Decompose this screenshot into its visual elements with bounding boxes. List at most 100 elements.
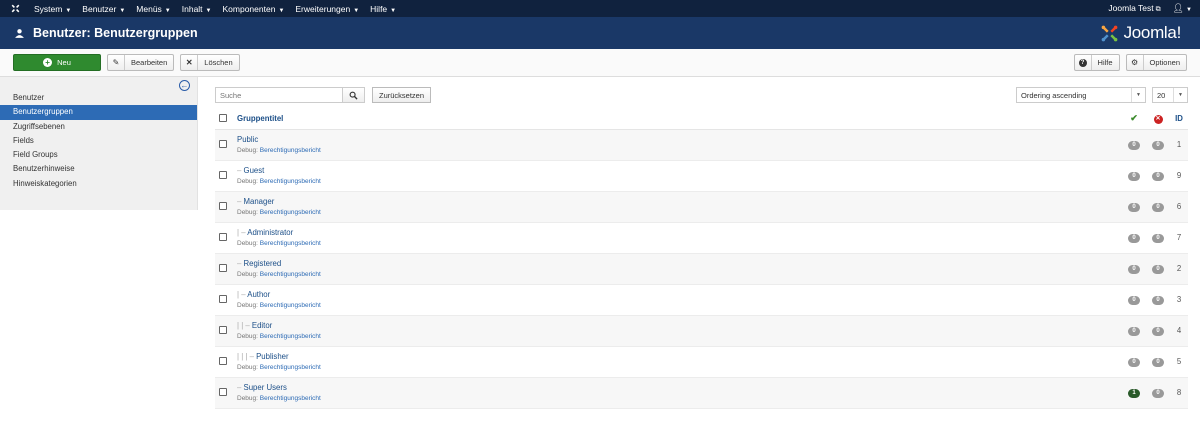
- debug-report-link[interactable]: Berechtigungsbericht: [260, 240, 321, 247]
- blocked-count-badge[interactable]: 0: [1152, 234, 1164, 243]
- active-count-badge[interactable]: 0: [1128, 265, 1140, 274]
- nav-item[interactable]: Menüs ▼: [136, 4, 170, 14]
- row-checkbox[interactable]: [219, 356, 227, 365]
- debug-report-link[interactable]: Berechtigungsbericht: [260, 209, 321, 216]
- row-checkbox[interactable]: [219, 170, 227, 179]
- edit-button-label: Bearbeiten: [131, 58, 168, 67]
- active-count-badge[interactable]: 0: [1128, 172, 1140, 181]
- debug-label: Debug:: [237, 240, 258, 247]
- row-checkbox[interactable]: [219, 201, 227, 210]
- sidebar-item[interactable]: Field Groups: [0, 148, 197, 162]
- group-title-link[interactable]: Manager: [244, 197, 275, 206]
- collapse-sidebar-icon[interactable]: ←: [179, 80, 190, 91]
- active-count-badge[interactable]: 0: [1128, 203, 1140, 212]
- sidebar-item[interactable]: Zugriffsebenen: [0, 120, 197, 134]
- nav-item[interactable]: System ▼: [34, 4, 71, 14]
- sidebar-item[interactable]: Benutzer: [0, 91, 197, 105]
- group-title-link[interactable]: Registered: [244, 259, 282, 268]
- active-count-badge[interactable]: 0: [1128, 234, 1140, 243]
- chevron-down-icon: ▼: [390, 7, 397, 14]
- search-icon: [349, 91, 358, 100]
- row-checkbox[interactable]: [219, 387, 227, 396]
- table-row: | – Administrator Debug: Berechtigungsber…: [215, 222, 1188, 253]
- ordering-value: Ordering ascending: [1021, 90, 1087, 100]
- top-navbar: System ▼ Benutzer ▼ Menüs ▼ Inhalt ▼ Komponenten…: [0, 0, 1200, 17]
- debug-report-link[interactable]: Berechtigungsbericht: [260, 178, 321, 185]
- debug-report-link[interactable]: Berechtigungsbericht: [260, 395, 321, 402]
- group-title-link[interactable]: Guest: [244, 166, 265, 175]
- row-checkbox[interactable]: [219, 294, 227, 303]
- nav-item[interactable]: Komponenten ▼: [223, 4, 285, 14]
- row-checkbox[interactable]: [219, 139, 227, 148]
- table-row: | – Author Debug: Berechtigungsbericht 0 0 3: [215, 284, 1188, 315]
- group-title-link[interactable]: Author: [247, 290, 270, 299]
- site-link[interactable]: Joomla Test ⧉: [1108, 3, 1160, 14]
- debug-label: Debug:: [237, 333, 258, 340]
- active-count-badge[interactable]: 1: [1128, 389, 1140, 398]
- blocked-count-badge[interactable]: 0: [1152, 203, 1164, 212]
- help-button[interactable]: ? Hilfe: [1073, 54, 1120, 71]
- blocked-count-badge[interactable]: 0: [1152, 389, 1164, 398]
- users-icon: [13, 27, 25, 39]
- debug-report-link[interactable]: Berechtigungsbericht: [260, 147, 321, 154]
- group-id: 3: [1176, 295, 1182, 304]
- nav-item[interactable]: Erweiterungen ▼: [295, 4, 359, 14]
- blocked-count-badge[interactable]: 0: [1152, 358, 1164, 367]
- ordering-select[interactable]: Ordering ascending ▼: [1016, 87, 1146, 103]
- debug-report-link[interactable]: Berechtigungsbericht: [260, 333, 321, 340]
- edit-icon: ✎: [108, 55, 125, 70]
- edit-button[interactable]: ✎ Bearbeiten: [107, 54, 175, 71]
- joomla-logo-icon[interactable]: [8, 2, 22, 16]
- chevron-down-icon: ▼: [119, 7, 126, 14]
- group-title-link[interactable]: Editor: [252, 321, 272, 330]
- brand-text: Joomla!: [1123, 23, 1182, 42]
- limit-select[interactable]: 20 ▼: [1152, 87, 1188, 103]
- nav-item-label: System: [34, 3, 63, 14]
- chevron-down-icon: ▼: [1173, 88, 1187, 102]
- new-button[interactable]: + Neu: [13, 54, 101, 71]
- group-id: 5: [1176, 357, 1182, 366]
- nav-item[interactable]: Inhalt ▼: [182, 4, 212, 14]
- sidebar: ← Benutzer Benutzergruppen Zugriffsebenen F…: [0, 77, 198, 210]
- sidebar-item[interactable]: Hinweiskategorien: [0, 177, 197, 191]
- group-title-link[interactable]: Public: [237, 135, 258, 144]
- chevron-down-icon: ▼: [353, 7, 360, 14]
- group-title-link[interactable]: Publisher: [256, 352, 289, 361]
- active-count-badge[interactable]: 0: [1128, 141, 1140, 150]
- group-title-link[interactable]: Super Users: [244, 383, 287, 392]
- blocked-count-badge[interactable]: 0: [1152, 265, 1164, 274]
- sidebar-item[interactable]: Benutzergruppen: [0, 105, 197, 120]
- blocked-count-badge[interactable]: 0: [1152, 172, 1164, 181]
- column-title[interactable]: Gruppentitel: [237, 109, 1122, 130]
- sidebar-item[interactable]: Benutzerhinweise: [0, 162, 197, 176]
- nav-item[interactable]: Benutzer ▼: [82, 4, 125, 14]
- debug-report-link[interactable]: Berechtigungsbericht: [260, 271, 321, 278]
- sidebar-item[interactable]: Fields: [0, 134, 197, 148]
- row-checkbox[interactable]: [219, 263, 227, 272]
- row-checkbox[interactable]: [219, 325, 227, 334]
- options-button[interactable]: ⚙ Optionen: [1125, 54, 1187, 71]
- delete-button[interactable]: ✕ Löschen: [180, 54, 240, 71]
- reset-button[interactable]: Zurücksetzen: [372, 87, 432, 103]
- group-title-link[interactable]: Administrator: [247, 228, 293, 237]
- select-all-checkbox[interactable]: [219, 113, 227, 122]
- debug-report-link[interactable]: Berechtigungsbericht: [260, 364, 321, 371]
- blocked-count-badge[interactable]: 0: [1152, 327, 1164, 336]
- nav-item[interactable]: Hilfe ▼: [370, 4, 396, 14]
- debug-label: Debug:: [237, 364, 258, 371]
- close-icon: ✕: [181, 55, 199, 70]
- debug-report-link[interactable]: Berechtigungsbericht: [260, 302, 321, 309]
- active-count-badge[interactable]: 0: [1128, 358, 1140, 367]
- group-id: 9: [1176, 171, 1182, 180]
- blocked-count-badge[interactable]: 0: [1152, 296, 1164, 305]
- column-id[interactable]: ID: [1170, 109, 1188, 130]
- question-icon: ?: [1075, 55, 1092, 70]
- nav-item-label: Menüs: [136, 3, 162, 14]
- search-input[interactable]: [215, 87, 343, 103]
- search-button[interactable]: [343, 87, 365, 103]
- user-menu[interactable]: 👤︎ ▼: [1173, 3, 1192, 14]
- row-checkbox[interactable]: [219, 232, 227, 241]
- active-count-badge[interactable]: 0: [1128, 327, 1140, 336]
- blocked-count-badge[interactable]: 0: [1152, 141, 1164, 150]
- active-count-badge[interactable]: 0: [1128, 296, 1140, 305]
